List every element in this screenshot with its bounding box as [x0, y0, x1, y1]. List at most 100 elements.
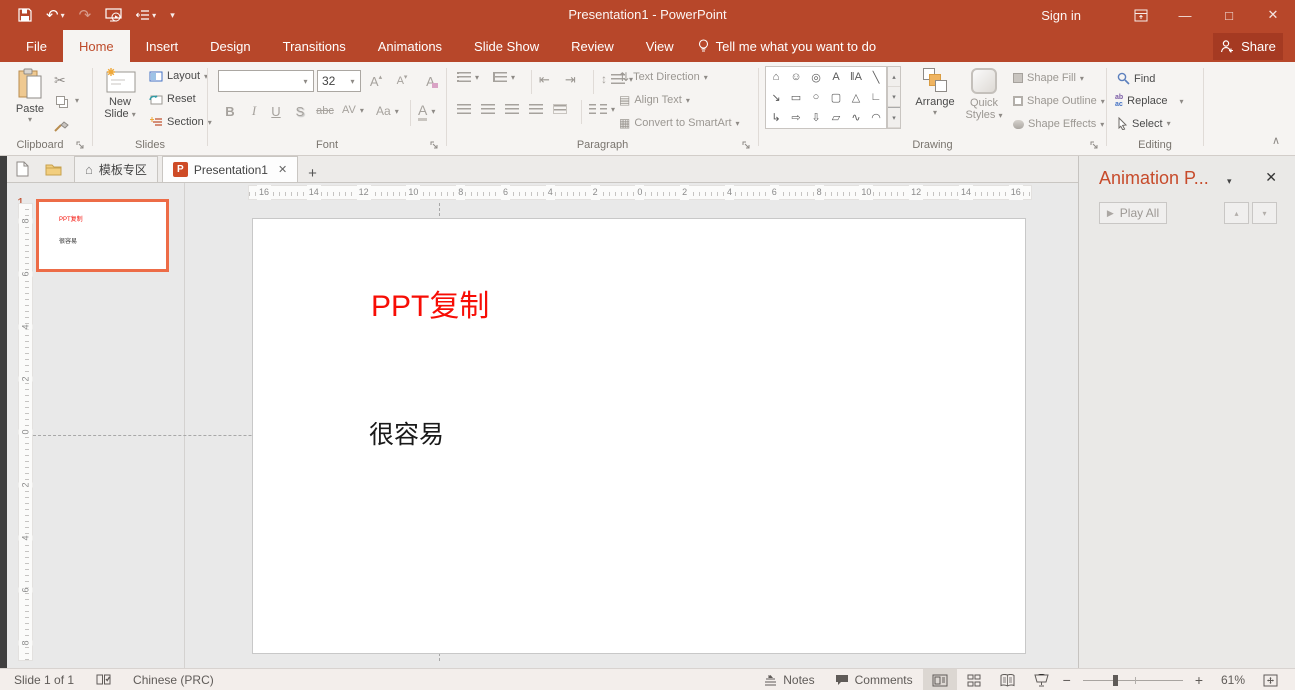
tab-animations[interactable]: Animations — [362, 30, 458, 62]
increase-indent-icon[interactable]: ⇥ — [565, 72, 576, 88]
notes-button[interactable]: Notes — [754, 669, 824, 690]
horizontal-ruler[interactable]: 1614121086420246810121416 — [248, 185, 1032, 200]
shape-right-arrow-icon[interactable]: ⇨ — [786, 108, 806, 128]
shape-elbow-arrow-icon[interactable]: ↳ — [766, 108, 786, 128]
tab-transitions[interactable]: Transitions — [267, 30, 362, 62]
numbering-button[interactable]: ▾ — [493, 72, 515, 82]
paragraph-dialog-launcher[interactable] — [742, 141, 752, 151]
tab-slide-show[interactable]: Slide Show — [458, 30, 555, 62]
zoom-percentage[interactable]: 61% — [1207, 673, 1245, 687]
clipboard-dialog-launcher[interactable] — [76, 141, 86, 151]
share-button[interactable]: Share — [1213, 33, 1283, 60]
new-slide-button[interactable]: New Slide ▾ — [97, 68, 143, 120]
quick-styles-button[interactable]: Quick Styles ▾ — [961, 68, 1007, 121]
decrease-font-size-button[interactable]: A▾ — [392, 70, 412, 92]
collapse-ribbon-icon[interactable]: ∧ — [1272, 134, 1280, 147]
new-tab-button[interactable]: + — [298, 165, 327, 182]
columns-button[interactable]: ▾ — [589, 104, 615, 114]
shape-freeform-icon[interactable]: ▱ — [826, 108, 846, 128]
font-name-dropdown-icon[interactable]: ▾ — [298, 71, 313, 91]
tab-view[interactable]: View — [630, 30, 690, 62]
shape-text-box-icon[interactable]: A — [826, 67, 846, 87]
shape-rectangle-icon[interactable]: ▭ — [786, 87, 806, 107]
shape-arrow-icon[interactable]: ↘ — [766, 87, 786, 107]
minimize-button[interactable]: — — [1163, 0, 1207, 30]
font-color-button[interactable]: A▾ — [418, 102, 435, 121]
tell-me-box[interactable]: Tell me what you want to do — [698, 30, 876, 62]
format-painter-icon[interactable] — [54, 118, 70, 132]
change-case-button[interactable]: Aa▾ — [376, 104, 399, 118]
slide-canvas[interactable]: PPT复制 很容易 — [252, 218, 1026, 654]
character-spacing-button[interactable]: AV▾ — [342, 104, 364, 116]
zoom-slider[interactable] — [1083, 680, 1183, 681]
select-button[interactable]: Select▾ — [1117, 117, 1171, 130]
text-shadow-button[interactable]: S — [290, 100, 310, 122]
bullets-button[interactable]: ▾ — [457, 72, 479, 82]
font-size-dropdown-icon[interactable]: ▾ — [345, 71, 360, 91]
distributed-icon[interactable] — [553, 104, 567, 114]
shape-fill-button[interactable]: Shape Fill▾ — [1013, 72, 1084, 84]
bold-button[interactable]: B — [220, 100, 240, 122]
tab-close-icon[interactable]: ✕ — [278, 163, 287, 176]
spell-check-icon[interactable] — [96, 673, 111, 686]
shape-arc-icon[interactable]: ◠ — [866, 108, 886, 128]
slide-title-text[interactable]: PPT复制 — [371, 281, 489, 325]
shape-rounded-rectangle-icon[interactable]: ▢ — [826, 87, 846, 107]
shape-scribble-icon[interactable]: ∿ — [846, 108, 866, 128]
shape-pentagon-icon[interactable]: ⌂ — [766, 67, 786, 87]
reset-button[interactable]: Reset — [149, 93, 196, 105]
italic-button[interactable]: I — [244, 100, 264, 122]
move-later-button[interactable]: ▾ — [1252, 202, 1277, 224]
animation-pane-close-icon[interactable]: ✕ — [1265, 169, 1277, 186]
zoom-in-button[interactable]: + — [1191, 672, 1207, 688]
tab-home[interactable]: Home — [63, 30, 130, 62]
shape-outline-button[interactable]: Shape Outline▾ — [1013, 95, 1105, 107]
shape-oval-icon[interactable]: ○ — [806, 87, 826, 107]
language-indicator[interactable]: Chinese (PRC) — [133, 673, 214, 687]
slide-body-text[interactable]: 很容易 — [369, 415, 444, 451]
drawing-dialog-launcher[interactable] — [1090, 141, 1100, 151]
paste-button[interactable]: Paste ▾ — [8, 68, 52, 124]
section-button[interactable]: Section▾ — [149, 116, 212, 128]
shape-smiley-icon[interactable]: ☺ — [786, 67, 806, 87]
align-right-icon[interactable] — [505, 104, 519, 114]
shape-line-icon[interactable]: ╲ — [866, 67, 886, 87]
zoom-slider-thumb[interactable] — [1113, 675, 1118, 686]
underline-button[interactable]: U — [266, 100, 286, 122]
vertical-ruler[interactable]: 864202468 — [18, 203, 33, 661]
normal-view-button[interactable] — [923, 669, 957, 690]
convert-to-smartart-button[interactable]: ▦Convert to SmartArt▾ — [619, 116, 740, 130]
move-earlier-button[interactable]: ▴ — [1224, 202, 1249, 224]
decrease-indent-icon[interactable]: ⇤ — [539, 72, 550, 88]
slide-sorter-view-button[interactable] — [957, 669, 991, 690]
align-text-button[interactable]: ▤Align Text▾ — [619, 93, 690, 107]
clear-formatting-button[interactable]: A — [422, 70, 442, 92]
reading-view-button[interactable] — [991, 669, 1025, 690]
slide-thumbnail[interactable]: PPT复制 很容易 — [36, 199, 169, 272]
shape-donut-icon[interactable]: ◎ — [806, 67, 826, 87]
slide-show-view-button[interactable] — [1025, 669, 1059, 690]
copy-button[interactable]: ▾ — [56, 96, 79, 105]
increase-font-size-button[interactable]: A▴ — [366, 70, 386, 92]
new-document-icon[interactable] — [8, 156, 37, 182]
font-size-combo[interactable]: 32▾ — [317, 70, 361, 92]
shape-effects-button[interactable]: Shape Effects▾ — [1013, 118, 1104, 130]
text-direction-button[interactable]: ⇅Text Direction▾ — [619, 70, 708, 84]
tab-insert[interactable]: Insert — [130, 30, 195, 62]
tab-review[interactable]: Review — [555, 30, 630, 62]
justify-icon[interactable] — [529, 104, 543, 114]
strikethrough-button[interactable]: abc — [312, 100, 338, 122]
find-button[interactable]: Find — [1117, 72, 1155, 85]
shape-gallery-scrollbar[interactable]: ▴ ▾ ▾ — [887, 66, 901, 129]
animation-pane-menu-icon[interactable]: ▾ — [1227, 176, 1232, 187]
comments-button[interactable]: Comments — [825, 669, 923, 690]
close-button[interactable]: ✕ — [1251, 0, 1295, 30]
shape-vertical-text-box-icon[interactable]: ‖A — [846, 67, 866, 87]
shape-elbow-icon[interactable]: ∟ — [866, 87, 886, 107]
replace-button[interactable]: abac Replace▾ — [1115, 94, 1184, 108]
align-left-icon[interactable] — [457, 104, 471, 114]
maximize-button[interactable]: □ — [1207, 0, 1251, 30]
tab-template-zone[interactable]: ⌂ 模板专区 — [74, 156, 158, 182]
cut-icon[interactable]: ✂ — [54, 72, 66, 89]
slide-counter[interactable]: Slide 1 of 1 — [14, 673, 74, 687]
